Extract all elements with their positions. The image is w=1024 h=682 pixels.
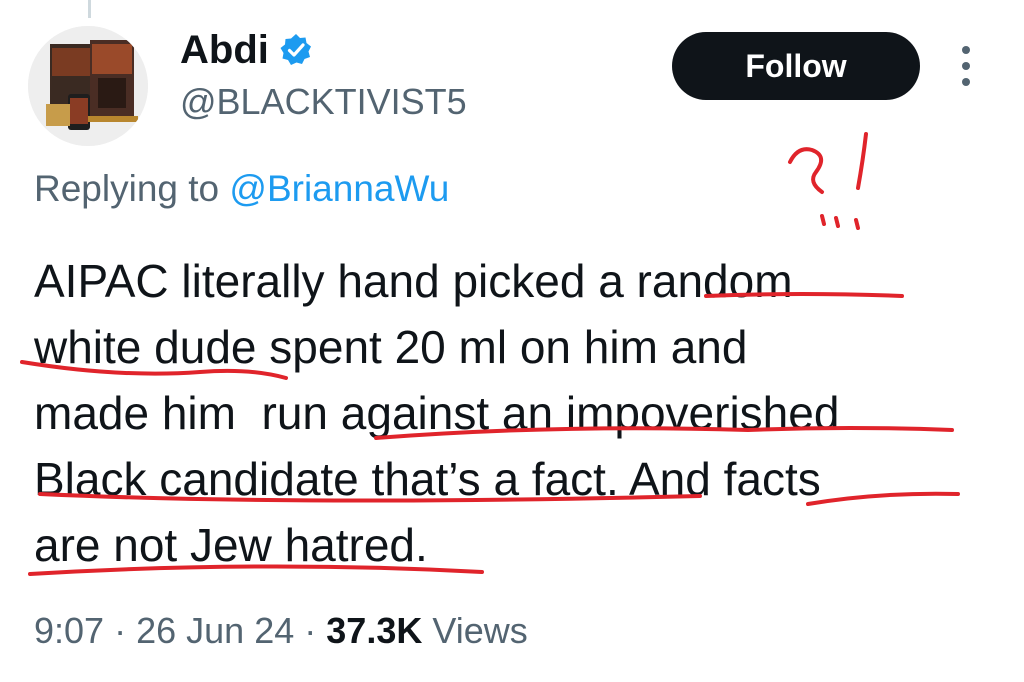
- meta-separator: ·: [114, 610, 127, 651]
- views-label: Views: [432, 610, 528, 651]
- tweet-line: are not Jew hatred.: [34, 519, 428, 571]
- more-dot: [962, 78, 970, 86]
- tweet-date[interactable]: 26 Jun 24: [136, 610, 294, 651]
- verified-badge-icon: [280, 34, 311, 65]
- reply-context-prefix: Replying to: [34, 168, 220, 209]
- tweet-line: AIPAC literally hand picked a random: [34, 255, 793, 307]
- author-display-name[interactable]: Abdi: [180, 28, 269, 72]
- more-dot: [962, 46, 970, 54]
- more-options-icon[interactable]: [956, 46, 976, 86]
- reply-context: Replying to @BriannaWu: [34, 168, 449, 210]
- meta-separator: ·: [304, 610, 317, 651]
- follow-button[interactable]: Follow: [672, 32, 920, 100]
- question-mark-stroke: [788, 147, 824, 194]
- tweet-time[interactable]: 9:07: [34, 610, 104, 651]
- tweet-line: white dude spent 20 ml on him and: [34, 321, 748, 373]
- views-count[interactable]: 37.3K: [326, 610, 422, 651]
- tweet-meta: 9:07 · 26 Jun 24 · 37.3K Views: [34, 610, 528, 652]
- tweet-line: Black candidate that’s a fact. And facts: [34, 453, 821, 505]
- tweet-line: made him run against an impoverished: [34, 387, 840, 439]
- exclamation-stroke: [856, 132, 868, 190]
- author-handle[interactable]: @BLACKTIVIST5: [180, 82, 467, 122]
- author-avatar[interactable]: [28, 26, 148, 146]
- tweet-body: AIPAC literally hand picked a random whi…: [34, 248, 994, 578]
- reply-mention-link[interactable]: @BriannaWu: [229, 168, 449, 209]
- annotation-dot: [854, 218, 860, 230]
- more-dot: [962, 62, 970, 70]
- book-cover-avatar-icon: [28, 26, 148, 146]
- thread-connector-line: [88, 0, 91, 18]
- annotation-dot: [834, 216, 840, 228]
- annotation-dot: [820, 214, 826, 226]
